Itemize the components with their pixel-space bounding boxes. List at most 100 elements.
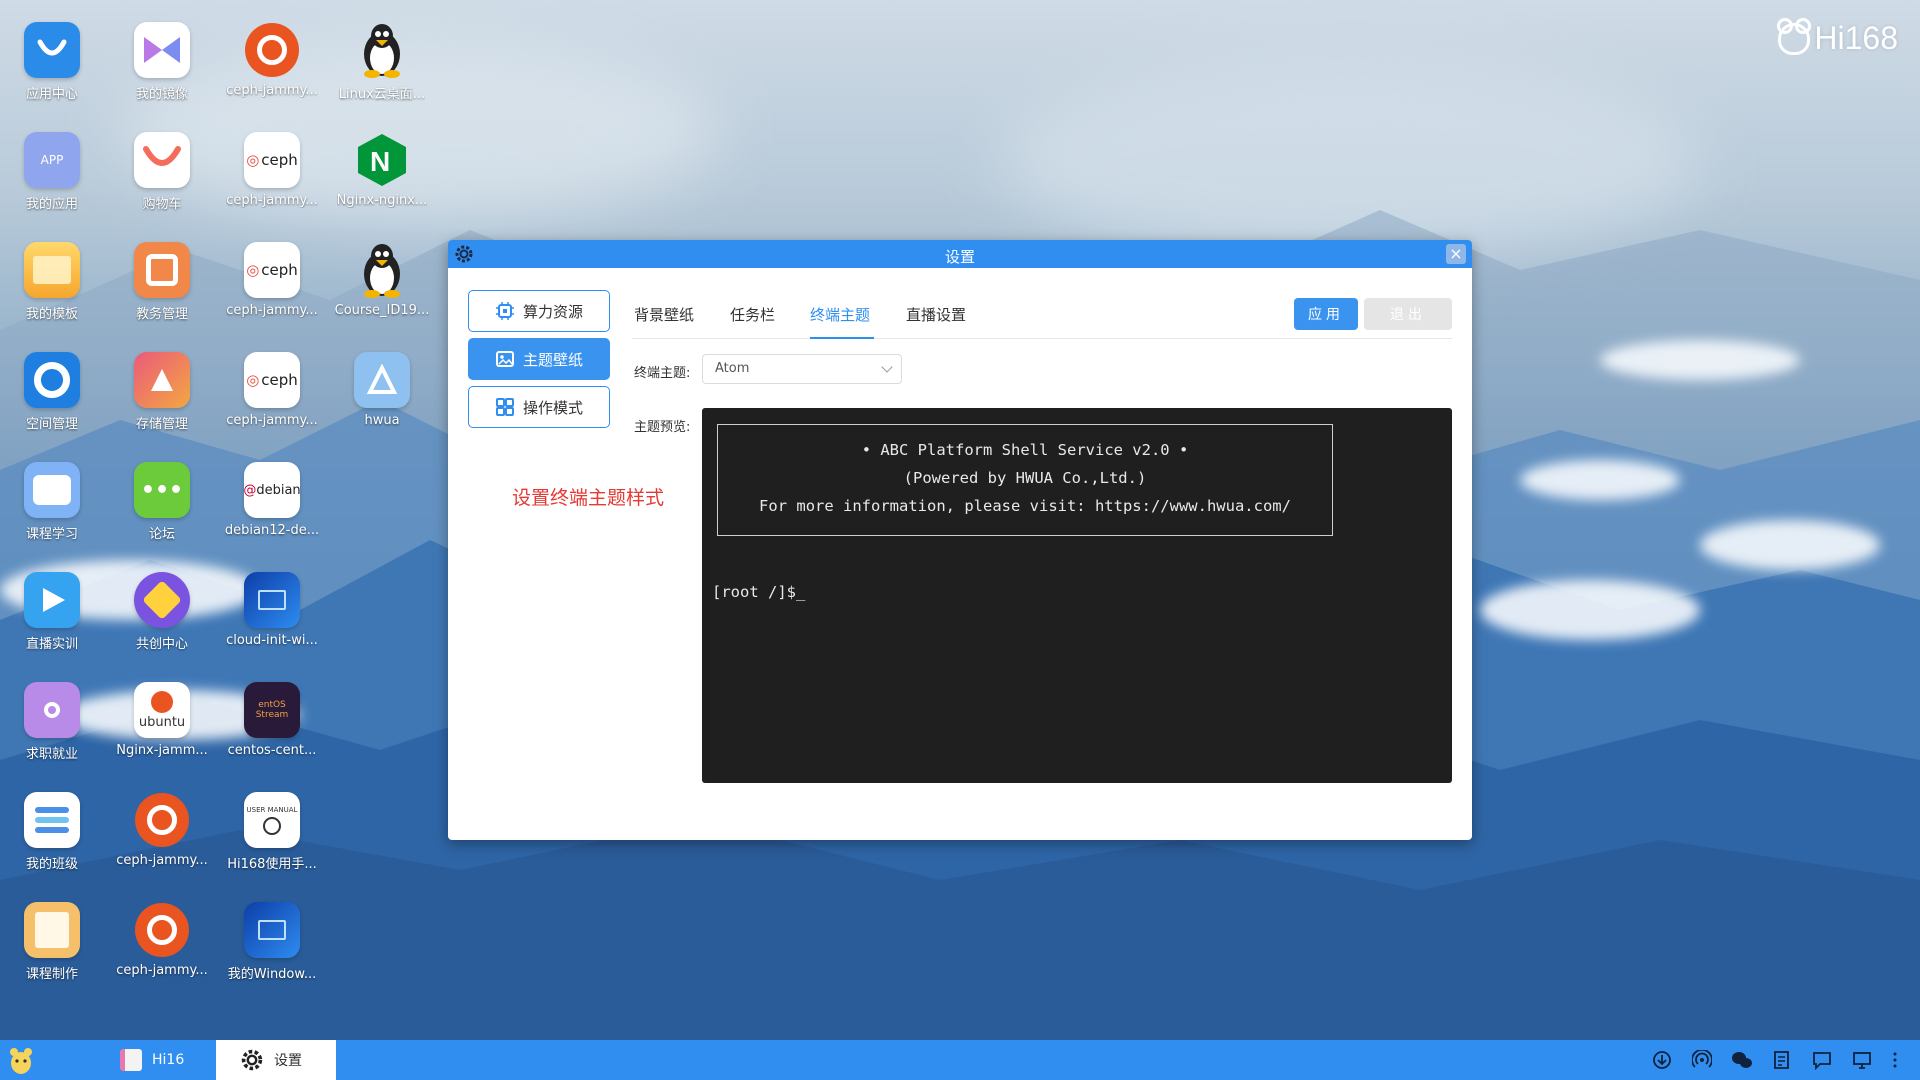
desktop-icon-ceph-jammy-8[interactable]: ceph-jammy...: [110, 880, 214, 984]
hi168-logo-text: Hi168: [1814, 20, 1898, 56]
my-apps-icon: APP: [24, 132, 80, 188]
desktop-icon-app-center[interactable]: 应用中心: [0, 0, 104, 104]
space-ring-icon: [24, 352, 80, 408]
cloud: [1520, 460, 1680, 500]
ubuntu-icon: [134, 902, 190, 958]
desktop-icon-my-apps[interactable]: APP 我的应用: [0, 110, 104, 214]
forum-icon: •••: [134, 462, 190, 518]
desktop-icon-storage-management[interactable]: 存储管理: [110, 330, 214, 434]
more-icon[interactable]: [1888, 1048, 1902, 1072]
ceph-icon: ◎ ceph: [244, 352, 300, 408]
course-make-icon: [24, 902, 80, 958]
cloud: [1480, 580, 1700, 640]
bear-logo-icon: [1777, 17, 1812, 55]
tab-live-settings[interactable]: 直播设置: [906, 304, 966, 325]
desktop-icon-nginx-jammy[interactable]: ubuntu Nginx-jamm...: [110, 660, 214, 764]
sidebar-item-operation-mode[interactable]: 操作模式: [468, 386, 610, 428]
desktop-icon-forum[interactable]: ••• 论坛: [110, 440, 214, 544]
start-button[interactable]: [8, 1040, 34, 1080]
ubuntu-icon: [244, 22, 300, 78]
desktop-icon-centos-stream[interactable]: entOS Stream centos-cent...: [220, 660, 324, 764]
folder-icon: [24, 242, 80, 298]
wechat-icon[interactable]: [1730, 1048, 1754, 1072]
course-icon: [24, 462, 80, 518]
tab-taskbar[interactable]: 任务栏: [730, 304, 775, 325]
cart-icon: [134, 132, 190, 188]
desktop-icon-space-management[interactable]: 空间管理: [0, 330, 104, 434]
terminal-theme-value: Atom: [715, 361, 750, 376]
desktop-icon-nginx[interactable]: N Nginx-nginx...: [330, 110, 434, 214]
nginx-icon: N: [354, 132, 410, 188]
desktop-icon-cloud-init-windows[interactable]: cloud-init-wi...: [220, 550, 324, 654]
sidebar-item-label: 算力资源: [522, 302, 583, 321]
desktop-icon-debian12[interactable]: @ debian debian12-de...: [220, 440, 324, 544]
desktop-icon-ceph-jammy-2[interactable]: ◎ ceph ceph-jammy...: [220, 110, 324, 214]
debian-icon: @ debian: [244, 462, 300, 518]
sidebar-item-label: 操作模式: [522, 398, 583, 417]
terminal-preview: • ABC Platform Shell Service v2.0 • (Pow…: [702, 408, 1452, 783]
desktop-icon-hwua[interactable]: hwua: [330, 330, 434, 434]
desktop-icon-my-windows[interactable]: 我的Window...: [220, 880, 324, 984]
class-icon: [24, 792, 80, 848]
desktop-icon-ceph-jammy-1[interactable]: ceph-jammy...: [220, 0, 324, 104]
desktop-icon-my-mirrors[interactable]: 我的镜像: [110, 0, 214, 104]
desktop-icon-edu-management[interactable]: 教务管理: [110, 220, 214, 324]
desktop-icon-ceph-jammy-7[interactable]: ceph-jammy...: [110, 770, 214, 874]
sidebar-item-label: 主题壁纸: [522, 350, 583, 369]
notes-icon[interactable]: [1770, 1048, 1794, 1072]
ceph-icon: ◎ ceph: [244, 242, 300, 298]
terminal-theme-select[interactable]: Atom: [702, 354, 902, 384]
tab-terminal-theme[interactable]: 终端主题: [810, 304, 870, 325]
tab-background-wallpaper[interactable]: 背景壁纸: [634, 304, 694, 325]
edu-icon: [134, 242, 190, 298]
window-titlebar[interactable]: 设置 ×: [448, 240, 1472, 268]
taskbar-item-settings[interactable]: 设置: [216, 1040, 336, 1080]
app-center-icon: [24, 22, 80, 78]
svg-text:N: N: [370, 146, 390, 177]
hi168-logo: Hi168: [1777, 17, 1898, 57]
hotspot-icon[interactable]: [1690, 1048, 1714, 1072]
taskbar-item-hi16[interactable]: Hi16: [120, 1040, 184, 1080]
windows-icon: [244, 572, 300, 628]
user-manual-icon: USER MANUAL: [244, 792, 300, 848]
sidebar-item-theme-wallpaper[interactable]: 主题壁纸: [468, 338, 610, 380]
job-icon: [24, 682, 80, 738]
terminal-banner-line: (Powered by HWUA Co.,Ltd.): [903, 469, 1147, 487]
desktop-icon-live-training[interactable]: 直播实训: [0, 550, 104, 654]
windows-icon: [244, 902, 300, 958]
linux-penguin-icon: [354, 22, 410, 78]
desktop-icon-my-class[interactable]: 我的班级: [0, 770, 104, 874]
ubuntu-wordmark-icon: ubuntu: [134, 682, 190, 738]
desktop-icon-course-learning[interactable]: 课程学习: [0, 440, 104, 544]
download-icon[interactable]: [1650, 1048, 1674, 1072]
active-tab-indicator: [810, 337, 874, 339]
desktop-icon-my-templates[interactable]: 我的模板: [0, 220, 104, 324]
hwua-icon: [354, 352, 410, 408]
terminal-banner-line: • ABC Platform Shell Service v2.0 •: [861, 441, 1189, 459]
desktop-icon-ceph-jammy-3[interactable]: ◎ ceph ceph-jammy...: [220, 220, 324, 324]
cocreate-icon: [134, 572, 190, 628]
desktop-icon-course-making[interactable]: 课程制作: [0, 880, 104, 984]
desktop-icon-course-id[interactable]: Course_ID19...: [330, 220, 434, 324]
desktop-icon-cart[interactable]: 购物车: [110, 110, 214, 214]
cloud: [1700, 520, 1880, 570]
linux-penguin-icon: [354, 242, 410, 298]
desktop-icon-cocreate[interactable]: 共创中心: [110, 550, 214, 654]
chat-icon[interactable]: [1810, 1048, 1834, 1072]
ubuntu-icon: [134, 792, 190, 848]
desktop-icon-job[interactable]: 求职就业: [0, 660, 104, 764]
desktop-icon-hi168-manual[interactable]: USER MANUAL Hi168使用手...: [220, 770, 324, 874]
desktop-icon-ceph-jammy-4[interactable]: ◎ ceph ceph-jammy...: [220, 330, 324, 434]
gear-icon: [241, 1049, 263, 1071]
exit-button[interactable]: 退出: [1364, 298, 1452, 330]
close-button[interactable]: ×: [1446, 244, 1466, 264]
theme-preview-label: 主题预览:: [634, 420, 691, 435]
grid-icon: [495, 398, 514, 416]
mirror-icon: [134, 22, 190, 78]
display-icon[interactable]: [1850, 1048, 1874, 1072]
desktop-icon-linux-desktop[interactable]: Linux云桌面...: [330, 0, 434, 104]
sidebar-item-compute-resources[interactable]: 算力资源: [468, 290, 610, 332]
apply-button[interactable]: 应用: [1294, 298, 1358, 330]
tabs-divider: [632, 338, 1452, 339]
ceph-icon: ◎ ceph: [244, 132, 300, 188]
